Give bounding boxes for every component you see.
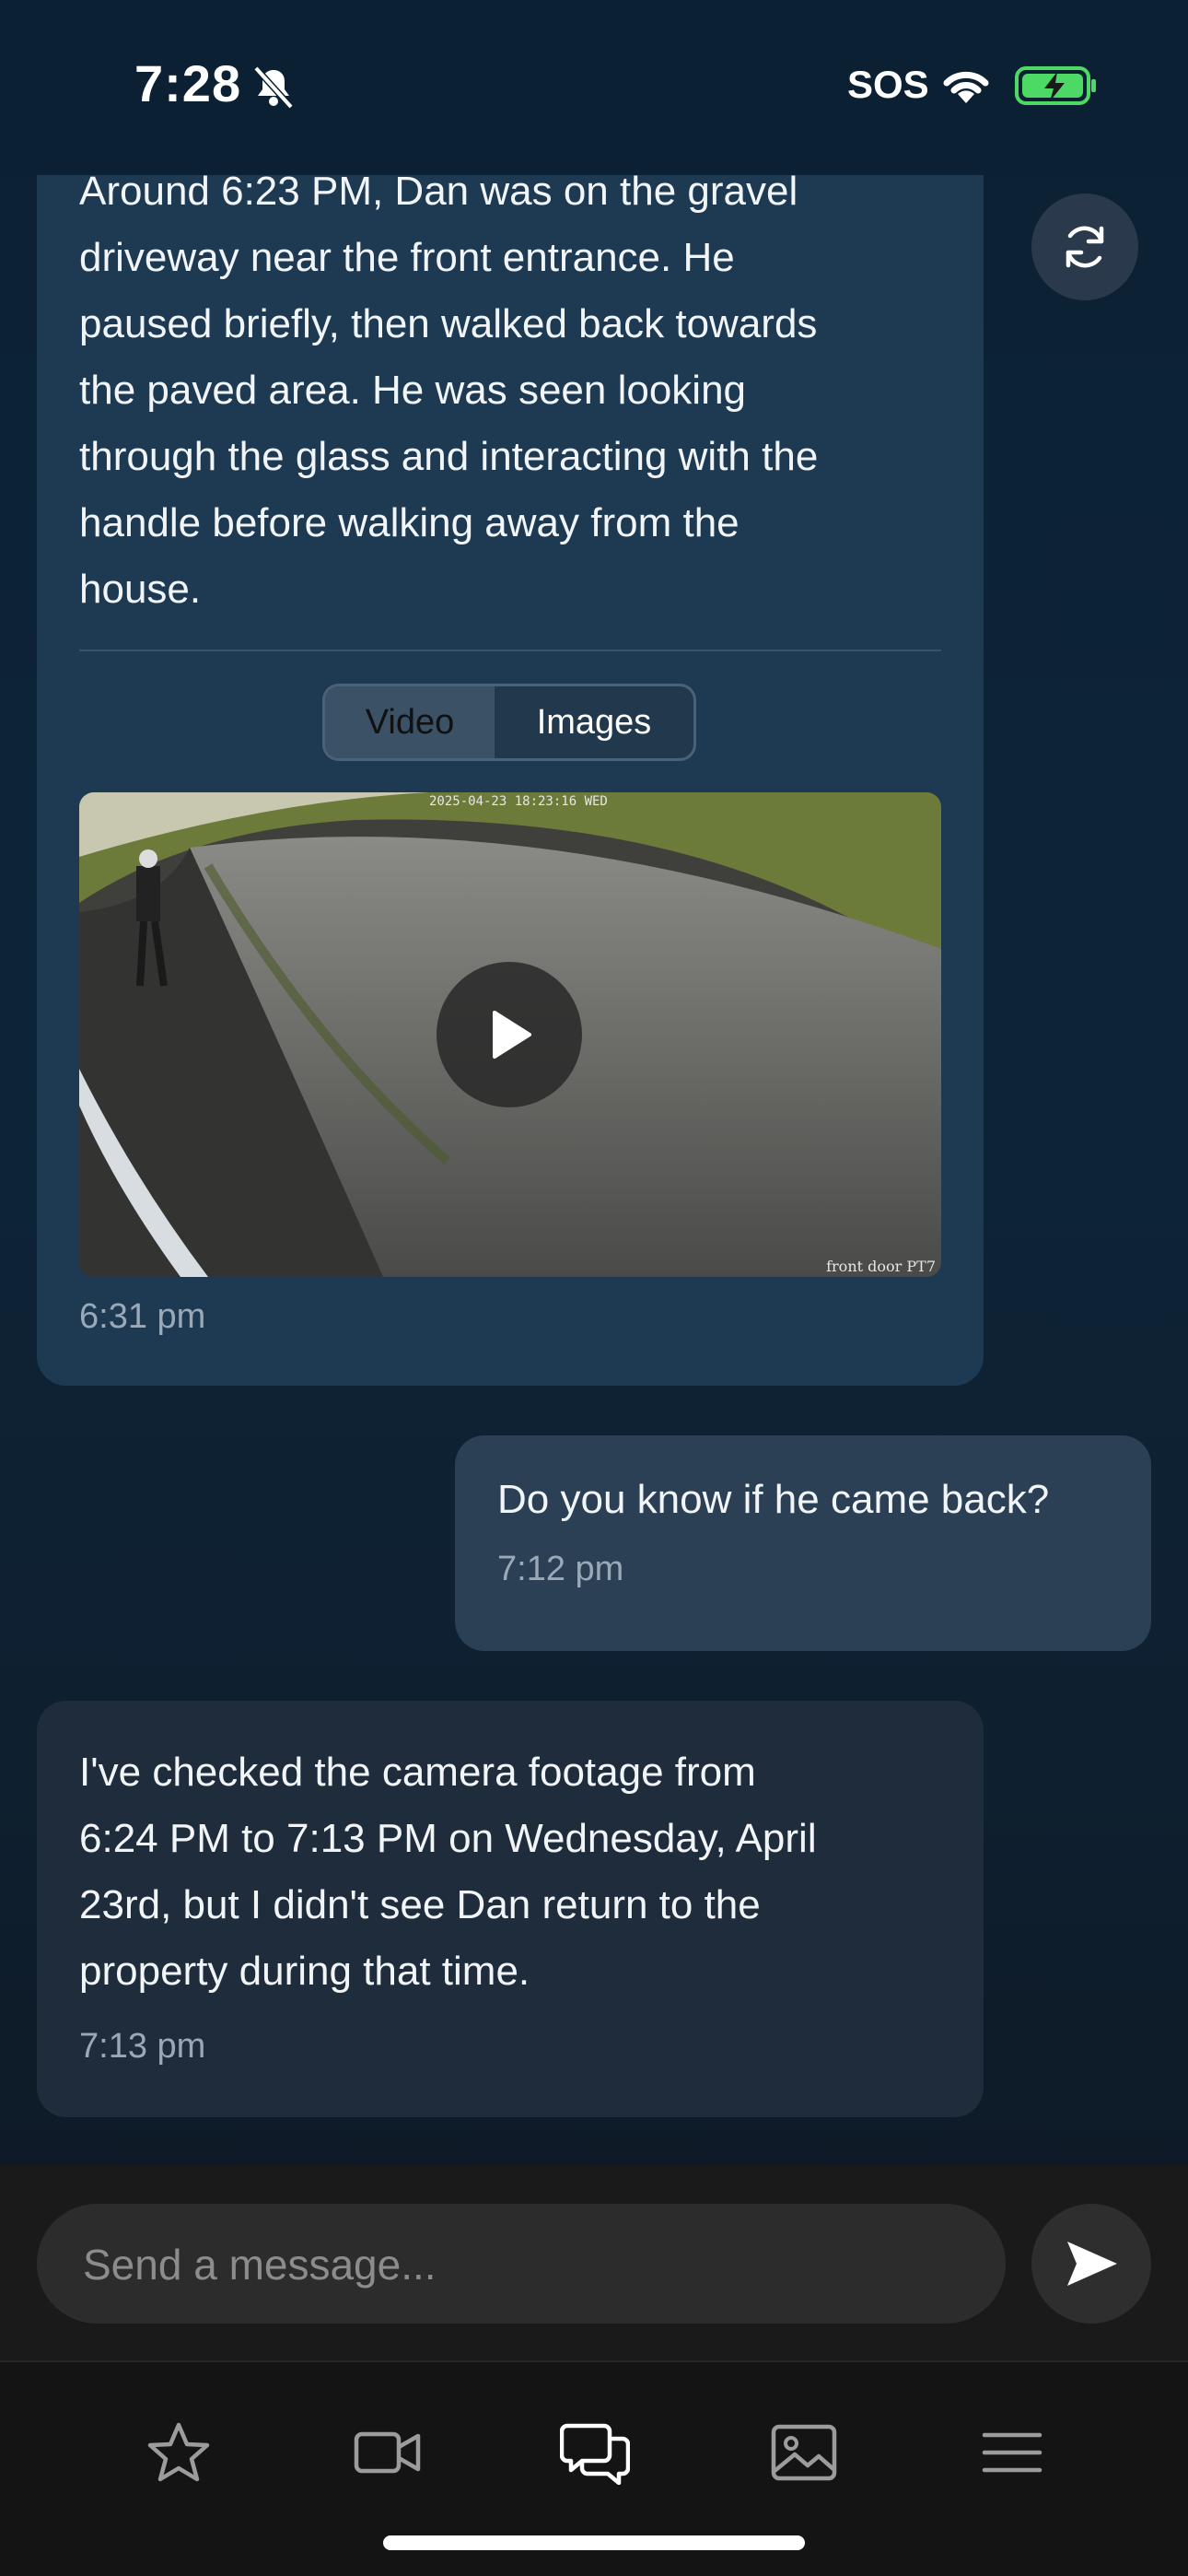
play-icon <box>493 1011 531 1059</box>
ai-message-text: Around 6:23 PM, Dan was on the gravel dr… <box>79 158 945 623</box>
video-timestamp: 2025-04-23 18:23:16 WED <box>429 794 608 809</box>
wifi-icon <box>943 71 989 103</box>
message-divider <box>79 650 941 651</box>
media-toggle: Video Images <box>322 684 696 761</box>
gallery-icon <box>771 2424 837 2481</box>
star-icon <box>147 2422 210 2482</box>
message-input[interactable] <box>81 2204 969 2325</box>
text-line: through the glass and interacting with t… <box>79 434 819 479</box>
text-line: the paved area. He was seen looking <box>79 368 747 413</box>
text-line: driveway near the front entrance. He <box>79 235 735 280</box>
video-camera-label: front door PT7 <box>826 1258 936 1275</box>
video-camera-icon <box>354 2431 421 2474</box>
tab-gallery[interactable] <box>767 2416 841 2489</box>
message-input-container <box>37 2204 1006 2325</box>
play-button[interactable] <box>437 962 582 1107</box>
home-indicator <box>383 2535 805 2550</box>
chat-icon <box>560 2423 630 2485</box>
tab-chat[interactable] <box>558 2416 632 2489</box>
refresh-button[interactable] <box>1031 193 1138 300</box>
text-line: 23rd, but I didn't see Dan return to the <box>79 1882 761 1927</box>
message-time: 7:12 pm <box>497 1550 624 1588</box>
text-line: property during that time. <box>79 1949 530 1994</box>
status-time: 7:28 <box>134 54 242 112</box>
tab-menu[interactable] <box>975 2416 1049 2489</box>
tab-images[interactable]: Images <box>495 686 693 758</box>
battery-charging-icon <box>1015 66 1096 105</box>
status-bar: 7:28 SOS <box>0 0 1188 175</box>
user-message-text: Do you know if he came back? <box>497 1477 1050 1522</box>
text-line: house. <box>79 567 202 612</box>
tab-favorites[interactable] <box>142 2416 215 2489</box>
ai-message-text: I've checked the camera footage from 6:2… <box>79 1739 941 2005</box>
sos-indicator: SOS <box>847 63 929 106</box>
tab-video[interactable]: Video <box>325 686 495 758</box>
send-button[interactable] <box>1031 2204 1151 2324</box>
message-composer <box>0 2165 1188 2360</box>
text-line: paused briefly, then walked back towards <box>79 301 818 346</box>
user-message-bubble: Do you know if he came back? 7:12 pm <box>455 1435 1151 1651</box>
ai-message-bubble: I've checked the camera footage from 6:2… <box>37 1701 984 2117</box>
text-line: I've checked the camera footage from <box>79 1750 756 1795</box>
tab-cameras[interactable] <box>351 2416 425 2489</box>
bell-muted-icon <box>253 65 294 110</box>
text-line: 6:24 PM to 7:13 PM on Wednesday, April <box>79 1816 817 1861</box>
send-icon <box>1067 2242 1117 2286</box>
message-time: 7:13 pm <box>79 2027 206 2066</box>
video-thumbnail[interactable]: 2025-04-23 18:23:16 WED front door PT7 <box>79 792 941 1277</box>
refresh-icon <box>1066 226 1104 268</box>
message-time: 6:31 pm <box>79 1297 206 1336</box>
text-line: handle before walking away from the <box>79 500 740 545</box>
menu-icon <box>982 2432 1042 2473</box>
